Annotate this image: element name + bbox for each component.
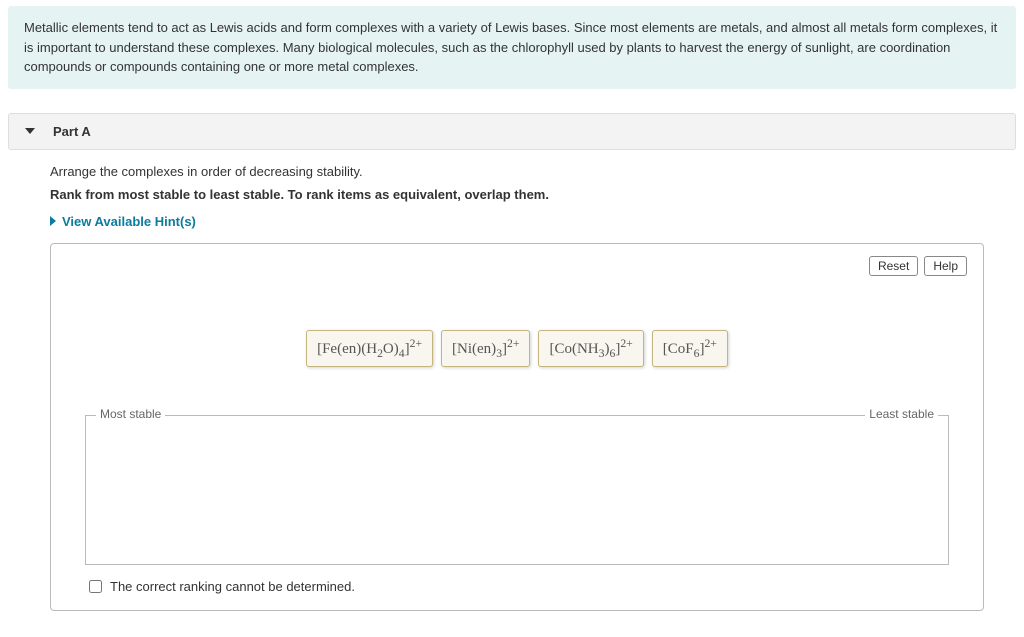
zone-label-left: Most stable xyxy=(96,407,165,421)
ranking-item[interactable]: [CoF6]2+ xyxy=(652,330,728,367)
ranking-item[interactable]: [Fe(en)(H2O)4]2+ xyxy=(306,330,433,367)
question-text: Arrange the complexes in order of decrea… xyxy=(50,164,984,179)
cannot-determine-row: The correct ranking cannot be determined… xyxy=(89,579,955,594)
items-pool: [Fe(en)(H2O)4]2+ [Ni(en)3]2+ [Co(NH3)6]2… xyxy=(75,330,959,367)
workspace-buttons: Reset Help xyxy=(869,256,967,276)
ranking-workspace: Reset Help [Fe(en)(H2O)4]2+ [Ni(en)3]2+ … xyxy=(50,243,984,611)
hints-label: View Available Hint(s) xyxy=(62,214,196,229)
ranking-item[interactable]: [Co(NH3)6]2+ xyxy=(538,330,643,367)
caret-right-icon xyxy=(50,216,56,226)
view-hints-link[interactable]: View Available Hint(s) xyxy=(50,214,196,229)
help-button[interactable]: Help xyxy=(924,256,967,276)
intro-text: Metallic elements tend to act as Lewis a… xyxy=(8,6,1016,89)
cannot-determine-checkbox[interactable] xyxy=(89,580,102,593)
instruction-text: Rank from most stable to least stable. T… xyxy=(50,187,984,202)
zone-label-right: Least stable xyxy=(865,407,938,421)
part-body: Arrange the complexes in order of decrea… xyxy=(8,150,1016,619)
ranking-item[interactable]: [Ni(en)3]2+ xyxy=(441,330,530,367)
ranking-dropzone[interactable]: Most stable Least stable xyxy=(85,415,949,565)
reset-button[interactable]: Reset xyxy=(869,256,918,276)
caret-down-icon xyxy=(25,128,35,134)
part-header[interactable]: Part A xyxy=(8,113,1016,150)
part-label: Part A xyxy=(53,124,91,139)
cannot-determine-label: The correct ranking cannot be determined… xyxy=(110,579,355,594)
